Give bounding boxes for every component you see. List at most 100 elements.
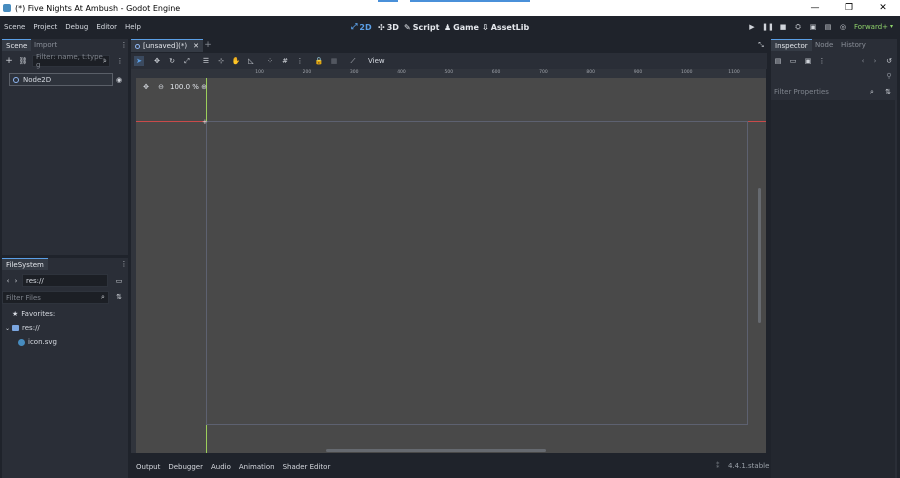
tab-shader-editor[interactable]: Shader Editor <box>283 463 331 471</box>
workspace-assetlib-button[interactable]: ⇩ AssetLib <box>482 18 529 36</box>
scene-dock <box>2 39 128 255</box>
icon-svg-file-row[interactable]: icon.svg <box>18 338 57 346</box>
notification-icon[interactable]: ⁑ <box>716 462 720 470</box>
ruler-tick-label: 100 <box>255 70 264 75</box>
menu-project[interactable]: Project <box>33 23 57 31</box>
res-folder-row[interactable]: ⌄ res:// <box>5 324 40 332</box>
bone-tool-icon[interactable]: ⟋ <box>348 56 358 66</box>
play-scene-icon[interactable]: ▣ <box>807 21 819 33</box>
forward-icon[interactable]: › <box>11 276 21 286</box>
filter-properties-input[interactable]: Filter Properties <box>771 86 879 98</box>
menu-debug[interactable]: Debug <box>65 23 88 31</box>
select-mode-icon[interactable]: ➤ <box>134 56 144 66</box>
pause-icon[interactable]: ❚❚ <box>762 21 774 33</box>
zoom-level[interactable]: 100.0 % <box>170 83 199 91</box>
save-resource-icon[interactable]: ▣ <box>803 56 813 66</box>
stop-icon[interactable]: ■ <box>777 21 789 33</box>
3d-icon: ✣ <box>378 22 385 32</box>
ruler-mode-icon[interactable]: ◺ <box>246 56 256 66</box>
tab-animation[interactable]: Animation <box>239 463 275 471</box>
fs-path-field[interactable]: res:// <box>22 274 108 287</box>
lock-icon[interactable]: 🔒 <box>314 56 324 66</box>
open-resource-icon[interactable]: ▭ <box>788 56 798 66</box>
pivot-icon[interactable]: ⊹ <box>216 56 226 66</box>
tab-debugger[interactable]: Debugger <box>168 463 203 471</box>
new-resource-icon[interactable]: ▤ <box>773 56 783 66</box>
expand-chevron-icon: ⌄ <box>5 324 11 332</box>
close-tab-icon[interactable]: ✕ <box>193 42 199 50</box>
inspector-sub-icon[interactable]: ⚲ <box>884 71 894 81</box>
split-mode-icon[interactable]: ▭ <box>114 276 124 286</box>
menu-help[interactable]: Help <box>125 23 141 31</box>
ruler-tick-label: 500 <box>444 70 454 75</box>
workspace-2d-button[interactable]: ⤢ 2D <box>351 18 372 36</box>
tab-import[interactable]: Import <box>30 39 61 51</box>
canvas-viewport[interactable]: + <box>136 78 766 453</box>
script-icon: ✎ <box>404 22 411 32</box>
history-back-icon[interactable]: ‹ <box>858 56 868 66</box>
canvas-toolbar <box>131 53 767 69</box>
tab-node[interactable]: Node <box>811 39 837 51</box>
add-node-icon[interactable]: + <box>4 56 14 66</box>
object-history-icon[interactable]: ↺ <box>884 56 894 66</box>
add-scene-tab-icon[interactable]: + <box>203 40 213 50</box>
inspector-filter-options-icon[interactable]: ⇅ <box>883 87 893 97</box>
distraction-free-icon[interactable]: ⤡ <box>756 40 766 50</box>
play-icon[interactable]: ▶ <box>746 21 758 33</box>
dock-menu-icon[interactable]: ⋮ <box>119 40 129 50</box>
grid-snap-icon[interactable]: # <box>280 56 290 66</box>
tab-history[interactable]: History <box>837 39 870 51</box>
move-mode-icon[interactable]: ✥ <box>152 56 162 66</box>
tab-audio[interactable]: Audio <box>211 463 231 471</box>
link-icon[interactable]: ⛓ <box>18 56 28 66</box>
renderer-selector[interactable]: Forward+ <box>854 23 888 31</box>
history-forward-icon[interactable]: › <box>870 56 880 66</box>
play-custom-icon[interactable]: ▤ <box>822 21 834 33</box>
2d-icon: ⤢ <box>351 22 358 31</box>
menu-scene[interactable]: Scene <box>4 23 25 31</box>
tree-node-node2d[interactable]: Node2D <box>9 73 113 86</box>
workspace-3d-button[interactable]: ✣ 3D <box>378 18 399 36</box>
sort-icon[interactable]: ⇅ <box>114 292 124 302</box>
ruler-tick-label: 200 <box>302 70 312 75</box>
workspace-script-button[interactable]: ✎ Script <box>404 18 439 36</box>
fs-filter-input[interactable]: Filter Files <box>2 291 109 304</box>
zoom-in-icon[interactable]: ⊕ <box>199 82 209 92</box>
snap-options-icon[interactable]: ⋮ <box>295 56 305 66</box>
tab-filesystem[interactable]: FileSystem <box>2 258 48 270</box>
vertical-scrollbar[interactable] <box>758 188 761 323</box>
star-icon: ★ <box>12 310 19 318</box>
maximize-button[interactable]: ❐ <box>834 0 864 16</box>
fs-menu-icon[interactable]: ⋮ <box>119 259 129 269</box>
scene-options-icon[interactable]: ⋮ <box>115 56 125 66</box>
menu-editor[interactable]: Editor <box>96 23 117 31</box>
movie-maker-icon[interactable]: ◎ <box>837 21 849 33</box>
close-window-button[interactable]: ✕ <box>868 0 898 16</box>
pan-hand-icon[interactable]: ✋ <box>231 56 241 66</box>
remote-debug-icon[interactable]: ⛭ <box>792 21 804 33</box>
renderer-chevron-icon[interactable]: ▾ <box>890 23 893 30</box>
smart-snap-icon[interactable]: ⁘ <box>265 56 275 66</box>
tab-scene[interactable]: Scene <box>2 39 32 51</box>
scene-tab-unsaved[interactable]: [unsaved](*) ✕ <box>131 39 204 52</box>
inspector-search-icon: ⌕ <box>870 87 874 96</box>
view-menu-button[interactable]: View <box>368 57 385 65</box>
visibility-eye-icon[interactable]: ◉ <box>114 75 124 85</box>
origin-crosshair-icon: + <box>202 118 208 126</box>
tab-inspector[interactable]: Inspector <box>771 39 812 51</box>
scale-mode-icon[interactable]: ⤢ <box>182 56 192 66</box>
zoom-out-icon[interactable]: ⊖ <box>156 82 166 92</box>
scene-filter-input[interactable]: Filter: name, t:type, g <box>32 53 110 69</box>
window-title: (*) Five Nights At Ambush - Godot Engine <box>15 3 181 13</box>
horizontal-scrollbar[interactable] <box>326 449 546 452</box>
group-icon[interactable]: ▦ <box>329 56 339 66</box>
favorites-row[interactable]: ★ Favorites: <box>12 310 55 318</box>
list-select-icon[interactable]: ☰ <box>201 56 211 66</box>
pan-view-icon[interactable]: ✥ <box>141 82 151 92</box>
inspector-options-icon[interactable]: ⋮ <box>817 56 827 66</box>
tab-output[interactable]: Output <box>136 463 160 471</box>
svg-file-icon <box>18 338 25 346</box>
rotate-mode-icon[interactable]: ↻ <box>167 56 177 66</box>
workspace-game-button[interactable]: ♟ Game <box>444 18 479 36</box>
minimize-button[interactable]: — <box>800 0 830 16</box>
